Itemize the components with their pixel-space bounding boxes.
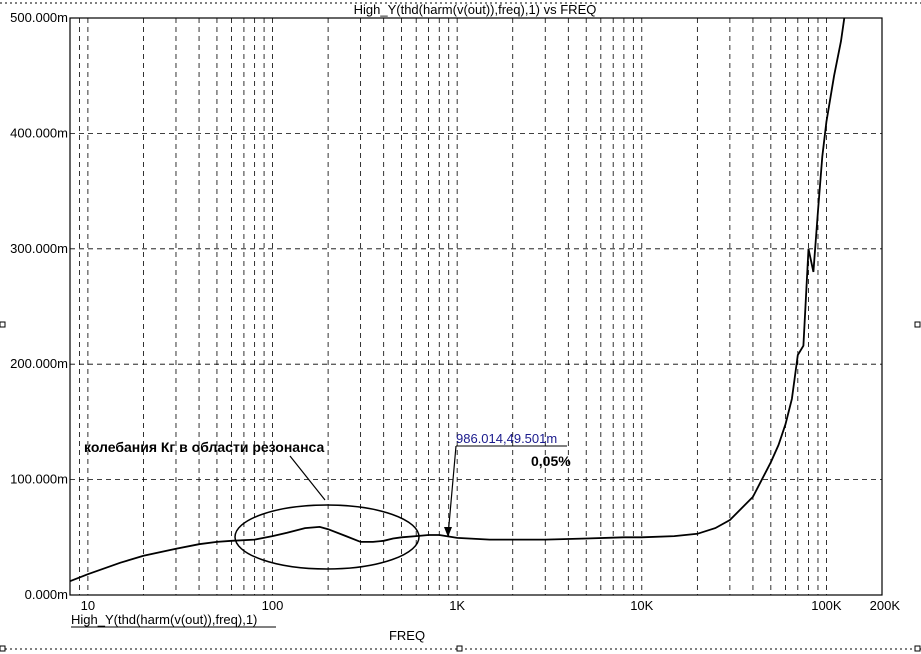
- cursor-arrow-line: [447, 445, 457, 537]
- y-tick-label: 0.000m: [25, 587, 68, 602]
- chart-title: High_Y(thd(harm(v(out)),freq),1) vs FREQ: [354, 2, 597, 17]
- plot-frame: [69, 17, 883, 596]
- thd-percent-label: 0,05%: [531, 453, 571, 469]
- y-axis-ticks: 0.000m 100.000m 200.000m 300.000m 400.000m 50…: [10, 10, 68, 602]
- thd-chart: High_Y(thd(harm(v(out)),freq),1) vs FREQ…: [0, 2, 921, 652]
- x-tick-label: 200K: [870, 598, 901, 613]
- y-tick-label: 500.000m: [10, 10, 68, 25]
- x-tick-label: 10K: [630, 598, 653, 613]
- legend-series-name[interactable]: High_Y(thd(harm(v(out)),freq),1): [71, 612, 257, 627]
- resize-handle-left[interactable]: [0, 321, 6, 328]
- x-tick-label: 10: [81, 598, 95, 613]
- resize-handle-bottom[interactable]: [456, 645, 463, 652]
- y-tick-label: 300.000m: [10, 241, 68, 256]
- resize-handle-bottom-right[interactable]: [914, 645, 921, 652]
- grid-layer: [70, 18, 882, 595]
- resonance-annotation: колебания Кг в области резонанса: [84, 439, 324, 455]
- y-tick-label: 100.000m: [10, 472, 68, 487]
- x-axis-label: FREQ: [389, 628, 425, 643]
- resonance-ellipse: [234, 504, 420, 570]
- x-tick-label: 100K: [811, 598, 842, 613]
- annotation-layer: колебания Кг в области резонанса 986.014…: [84, 431, 571, 570]
- x-axis-ticks: 10 100 1K 10K 100K 200K: [81, 598, 901, 613]
- resize-handle-right[interactable]: [914, 321, 921, 328]
- y-tick-label: 400.000m: [10, 125, 68, 140]
- y-tick-label: 200.000m: [10, 356, 68, 371]
- cursor-readout: 986.014,49.501m: [456, 431, 557, 446]
- x-tick-label: 1K: [449, 598, 465, 613]
- resize-handle-bottom-left[interactable]: [0, 645, 6, 652]
- x-tick-label: 100: [262, 598, 284, 613]
- resonance-pointer-line: [289, 455, 326, 501]
